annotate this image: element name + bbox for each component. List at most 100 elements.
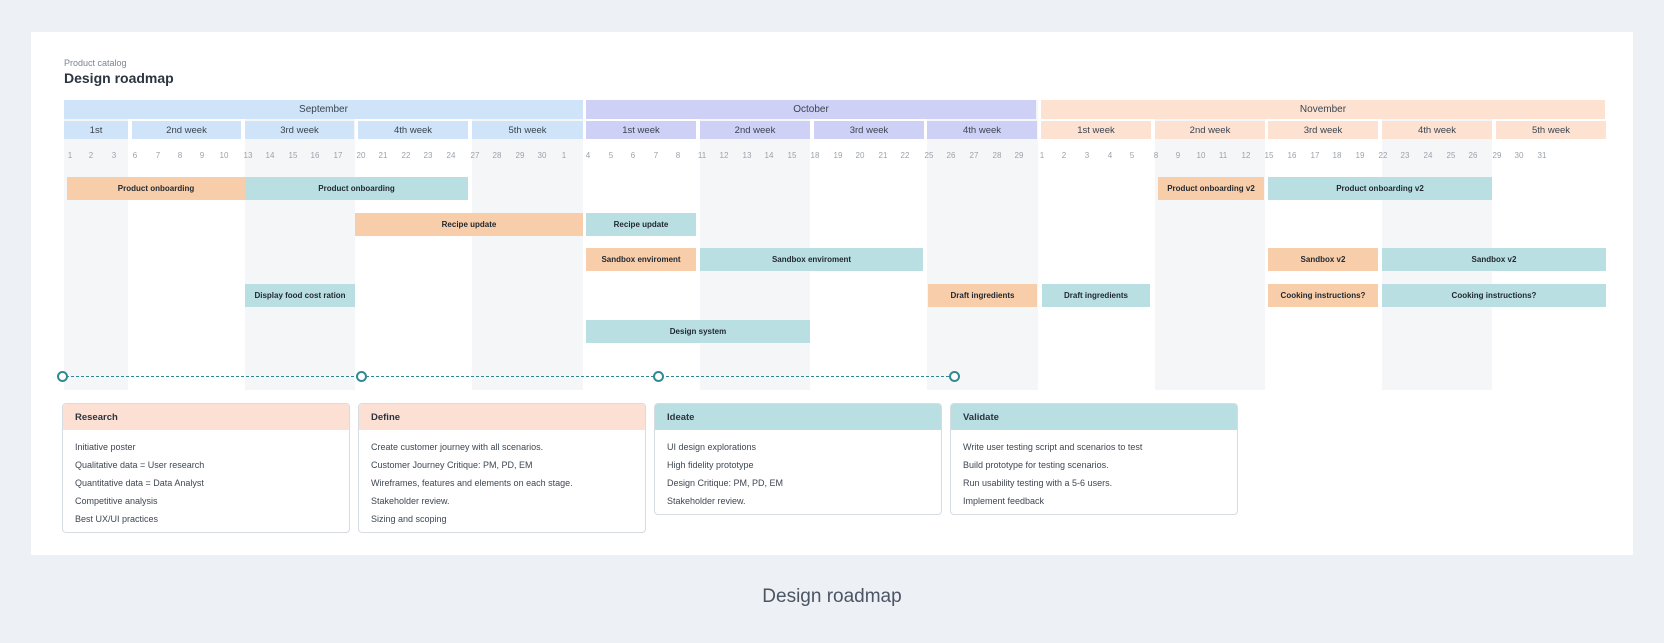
- week-header: 1st week: [1041, 121, 1151, 139]
- task-bar[interactable]: Recipe update: [355, 213, 583, 236]
- day-label: 22: [401, 151, 411, 160]
- task-bar[interactable]: Cooking instructions?: [1268, 284, 1378, 307]
- day-label: 16: [310, 151, 320, 160]
- breadcrumb[interactable]: Product catalog: [64, 58, 127, 68]
- day-label: 23: [423, 151, 433, 160]
- day-label: 27: [969, 151, 979, 160]
- day-label: 7: [653, 151, 659, 160]
- phase-card-validate: Validate Write user testing script and s…: [950, 403, 1238, 515]
- phase-item: Qualitative data = User research: [75, 460, 205, 470]
- phase-title: Validate: [951, 404, 1237, 430]
- milestone-marker[interactable]: [356, 371, 367, 382]
- day-label: 17: [1310, 151, 1320, 160]
- phase-item: Build prototype for testing scenarios.: [963, 460, 1109, 470]
- day-label: 18: [1332, 151, 1342, 160]
- week-header: 5th week: [1496, 121, 1606, 139]
- month-september: September: [64, 100, 583, 119]
- page-title: Design roadmap: [64, 70, 174, 86]
- week-shade: [1382, 100, 1492, 390]
- task-bar[interactable]: Display food cost ration: [245, 284, 355, 307]
- week-header: 3rd week: [1268, 121, 1378, 139]
- day-label: 12: [719, 151, 729, 160]
- phase-card-define: Define Create customer journey with all …: [358, 403, 646, 533]
- day-label: 7: [155, 151, 161, 160]
- day-label: 4: [1107, 151, 1113, 160]
- phase-title: Define: [359, 404, 645, 430]
- day-label: 11: [697, 151, 707, 160]
- task-bar[interactable]: Sandbox v2: [1382, 248, 1606, 271]
- milestone-marker[interactable]: [57, 371, 68, 382]
- task-bar[interactable]: Product onboarding: [245, 177, 468, 200]
- day-label: 15: [787, 151, 797, 160]
- task-bar[interactable]: Sandbox enviroment: [700, 248, 923, 271]
- week-header: 1st week: [586, 121, 696, 139]
- phase-card-ideate: Ideate UI design explorations High fidel…: [654, 403, 942, 515]
- phase-item: Competitive analysis: [75, 496, 158, 506]
- task-bar[interactable]: Sandbox enviroment: [586, 248, 696, 271]
- day-label: 24: [1423, 151, 1433, 160]
- roadmap-card: Product catalog Design roadmap September…: [31, 32, 1633, 555]
- task-bar[interactable]: Product onboarding v2: [1268, 177, 1492, 200]
- phase-item: UI design explorations: [667, 442, 757, 452]
- day-label: 15: [1264, 151, 1274, 160]
- day-label: 8: [177, 151, 183, 160]
- day-label: 15: [288, 151, 298, 160]
- day-label: 2: [88, 151, 94, 160]
- day-label: 26: [1468, 151, 1478, 160]
- week-header: 5th week: [472, 121, 583, 139]
- task-bar[interactable]: Cooking instructions?: [1382, 284, 1606, 307]
- week-header: 3rd week: [814, 121, 924, 139]
- task-bar[interactable]: Sandbox v2: [1268, 248, 1378, 271]
- week-shade: [64, 100, 128, 390]
- day-label: 2: [1061, 151, 1067, 160]
- phase-item: Implement feedback: [963, 496, 1045, 506]
- day-label: 1: [1039, 151, 1045, 160]
- day-label: 22: [1378, 151, 1388, 160]
- day-label: 24: [446, 151, 456, 160]
- phase-item: Customer Journey Critique: PM, PD, EM: [371, 460, 533, 470]
- month-november: November: [1041, 100, 1605, 119]
- task-bar[interactable]: Draft ingredients: [928, 284, 1037, 307]
- phase-item: Stakeholder review.: [371, 496, 450, 506]
- phase-item: Write user testing script and scenarios …: [963, 442, 1143, 452]
- week-header: 2nd week: [700, 121, 810, 139]
- day-label: 20: [356, 151, 366, 160]
- phase-item: Design Critique: PM, PD, EM: [667, 478, 784, 488]
- day-label: 27: [470, 151, 480, 160]
- task-bar[interactable]: Design system: [586, 320, 810, 343]
- week-shade: [700, 100, 810, 390]
- day-label: 30: [537, 151, 547, 160]
- day-label: 3: [111, 151, 117, 160]
- task-bar[interactable]: Product onboarding: [67, 177, 245, 200]
- phase-title: Research: [63, 404, 349, 430]
- day-label: 10: [219, 151, 229, 160]
- day-label: 6: [630, 151, 636, 160]
- week-shade: [245, 100, 355, 390]
- day-label: 20: [855, 151, 865, 160]
- task-bar[interactable]: Recipe update: [586, 213, 696, 236]
- milestone-marker[interactable]: [949, 371, 960, 382]
- day-label: 18: [810, 151, 820, 160]
- day-label: 1: [67, 151, 73, 160]
- day-label: 1: [561, 151, 567, 160]
- phase-item: Sizing and scoping: [371, 514, 447, 524]
- day-label: 22: [900, 151, 910, 160]
- week-shade: [1155, 100, 1265, 390]
- day-label: 6: [132, 151, 138, 160]
- day-label: 23: [1400, 151, 1410, 160]
- phase-card-research: Research Initiative poster Qualitative d…: [62, 403, 350, 533]
- task-bar[interactable]: Product onboarding v2: [1158, 177, 1264, 200]
- day-label: 16: [1287, 151, 1297, 160]
- day-label: 29: [515, 151, 525, 160]
- week-header: 1st: [64, 121, 128, 139]
- phase-item: Best UX/UI practices: [75, 514, 159, 524]
- day-label: 19: [833, 151, 843, 160]
- day-label: 17: [333, 151, 343, 160]
- phase-item: Quantitative data = Data Analyst: [75, 478, 204, 488]
- phase-item: Initiative poster: [75, 442, 136, 452]
- milestone-marker[interactable]: [653, 371, 664, 382]
- week-header: 4th week: [1382, 121, 1492, 139]
- day-label: 5: [1129, 151, 1135, 160]
- task-bar[interactable]: Draft ingredients: [1042, 284, 1150, 307]
- day-label: 5: [608, 151, 614, 160]
